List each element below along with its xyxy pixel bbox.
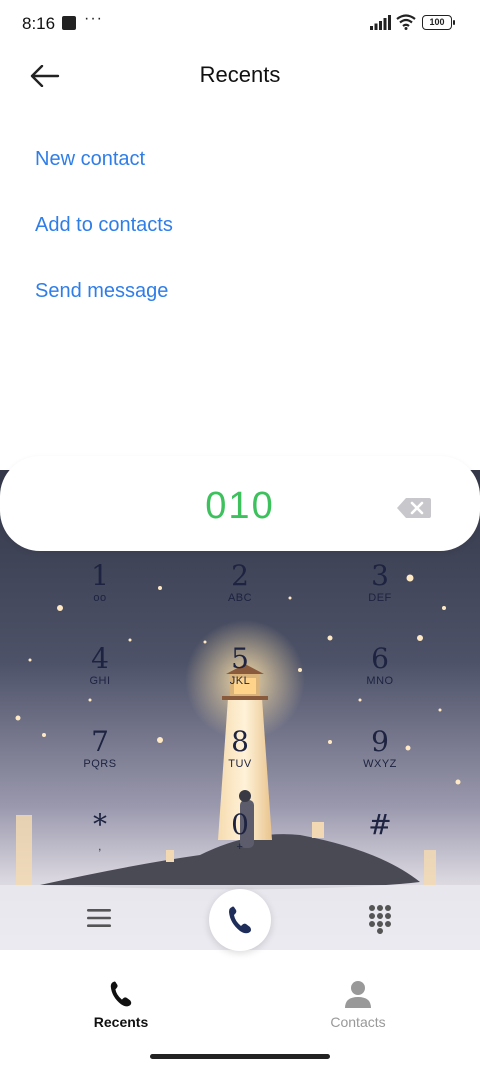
tab-recents-label: Recents <box>93 1014 149 1030</box>
new-contact-link[interactable]: New contact <box>35 148 145 171</box>
key-letters: MNO <box>366 675 394 687</box>
key-2[interactable]: 2 ABC <box>190 560 290 632</box>
key-digit: 4 <box>91 642 109 675</box>
key-letters: WXYZ <box>363 758 397 770</box>
status-bar: 8:16 ··· 100 <box>0 0 480 48</box>
key-letters: DEF <box>368 592 392 604</box>
key-letters: PQRS <box>83 758 117 770</box>
backspace-icon[interactable] <box>396 496 432 520</box>
key-7[interactable]: 7 PQRS <box>50 726 150 798</box>
tab-contacts[interactable]: Contacts <box>298 980 418 1030</box>
phone-icon <box>229 906 251 934</box>
key-digit: 0 <box>231 808 249 841</box>
key-letters: , <box>98 841 102 853</box>
key-digit: 9 <box>371 725 389 758</box>
key-6[interactable]: 6 MNO <box>330 643 430 715</box>
key-digit: 6 <box>371 642 389 675</box>
tab-contacts-label: Contacts <box>330 1014 386 1030</box>
key-star[interactable]: * , <box>50 809 150 881</box>
voicemail-icon: ᴏᴏ <box>93 592 107 604</box>
page-title: Recents <box>199 62 281 87</box>
key-4[interactable]: 4 GHI <box>50 643 150 715</box>
battery-icon: 100 <box>422 15 455 30</box>
key-letters: ABC <box>227 592 253 604</box>
status-time: 8:16 <box>22 14 56 33</box>
key-digit: 5 <box>231 642 249 675</box>
key-digit: 8 <box>231 725 249 758</box>
add-to-contacts-link[interactable]: Add to contacts <box>35 214 173 237</box>
key-digit: 2 <box>231 559 249 592</box>
key-5[interactable]: 5 JKL <box>190 643 290 715</box>
menu-icon[interactable] <box>86 906 112 930</box>
key-hash[interactable]: # <box>330 809 430 881</box>
key-letters: GHI <box>89 675 111 687</box>
dialpad-icon[interactable] <box>368 904 392 934</box>
key-letters: JKL <box>229 675 251 687</box>
call-button[interactable] <box>209 889 271 951</box>
more-notifications-icon: ··· <box>84 10 103 27</box>
key-8[interactable]: 8 TUV <box>190 726 290 798</box>
notification-icon <box>62 16 76 30</box>
key-digit: 1 <box>91 559 109 592</box>
key-letters: TUV <box>228 758 252 770</box>
key-digit: 7 <box>91 725 109 758</box>
signal-icon <box>370 15 391 30</box>
home-indicator[interactable] <box>150 1054 330 1059</box>
key-digit: 3 <box>371 559 389 592</box>
send-message-link[interactable]: Send message <box>35 280 168 303</box>
key-digit: * <box>93 808 107 841</box>
key-3[interactable]: 3 DEF <box>330 560 430 632</box>
key-0[interactable]: 0 + <box>190 809 290 881</box>
key-9[interactable]: 9 WXYZ <box>330 726 430 798</box>
wifi-icon <box>396 14 416 30</box>
tab-recents[interactable]: Recents <box>61 980 181 1030</box>
key-digit: # <box>368 808 392 841</box>
key-1[interactable]: 1 ᴏᴏ <box>50 560 150 632</box>
phone-icon <box>110 981 132 1007</box>
key-letters: + <box>236 841 244 853</box>
person-icon <box>345 981 371 1008</box>
